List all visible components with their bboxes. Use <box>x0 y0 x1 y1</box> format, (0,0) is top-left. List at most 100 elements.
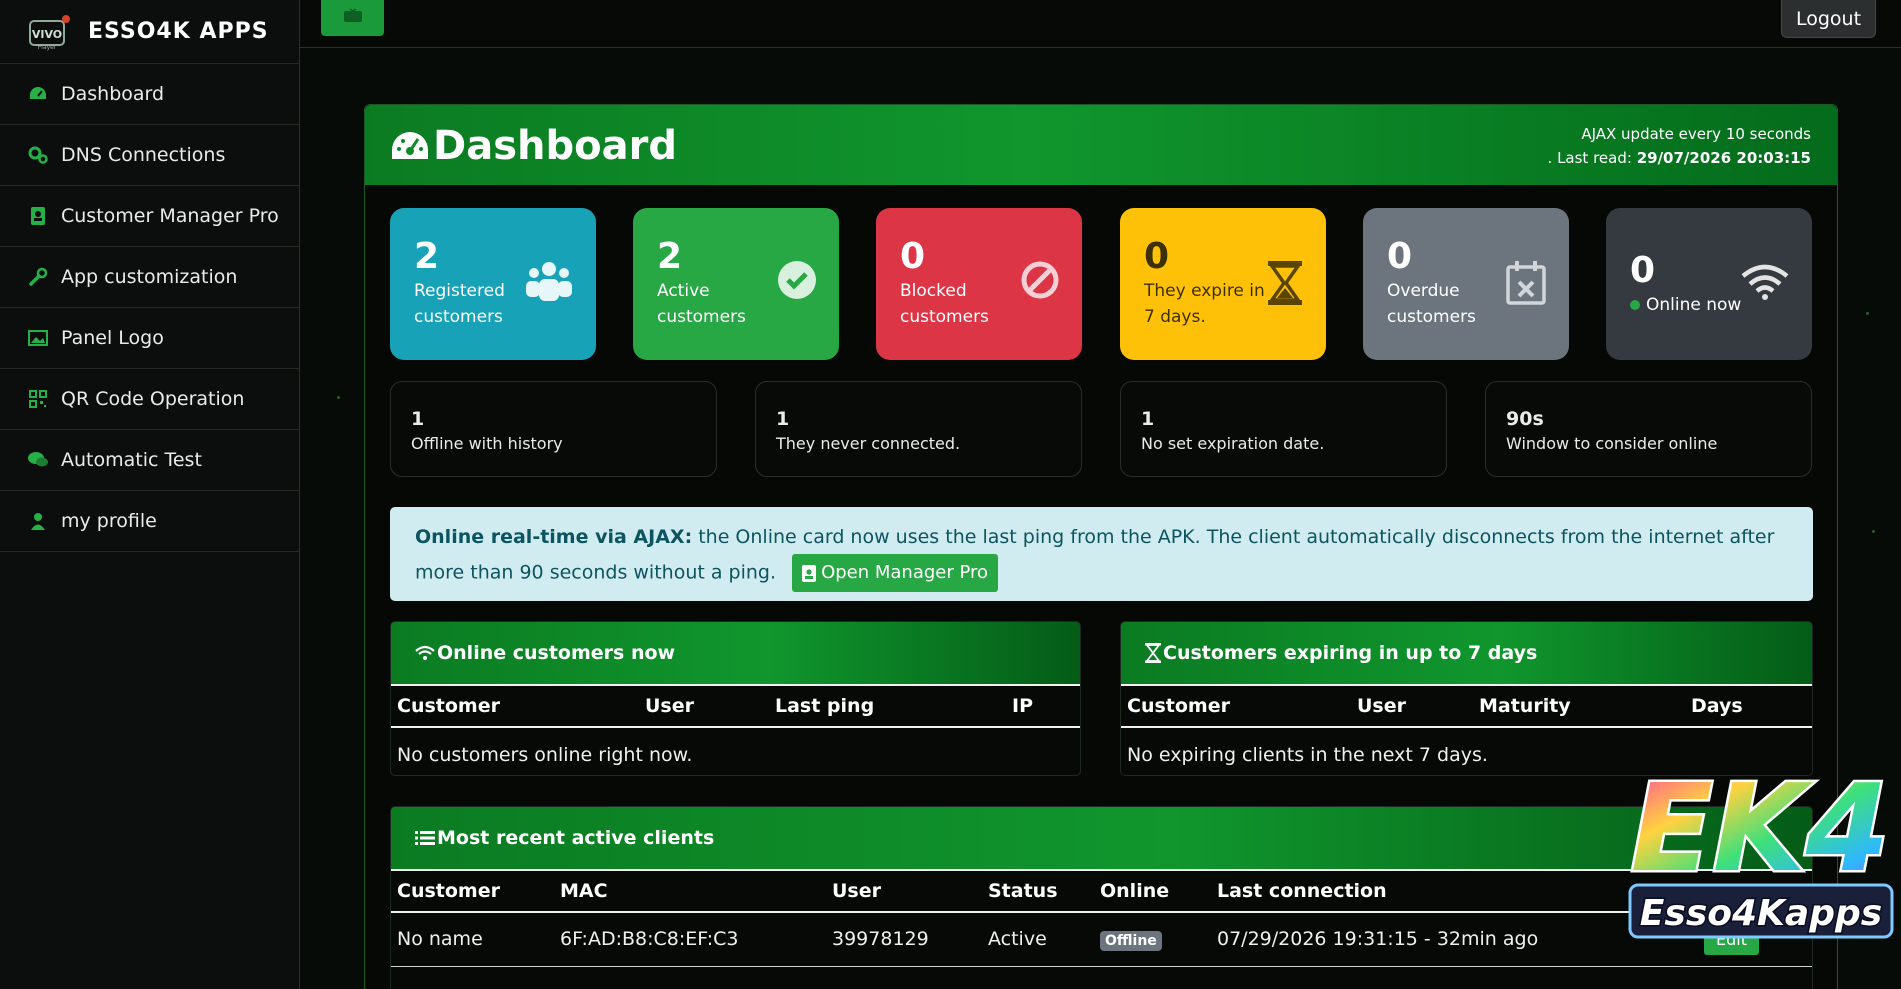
stat-card-overdue[interactable]: 0 Overdue customers <box>1363 208 1569 360</box>
svg-text:Esso4Kapps: Esso4Kapps <box>1640 893 1882 934</box>
wifi-icon <box>1740 264 1790 304</box>
last-read-line: . Last read: 29/07/2026 20:03:15 <box>1548 146 1811 170</box>
brand-name: ESSO4K APPS <box>88 19 269 44</box>
column-header[interactable]: User <box>826 869 982 913</box>
contact-book-icon <box>27 205 49 227</box>
cell-empty <box>826 966 982 989</box>
sidebar-item-dashboard[interactable]: Dashboard <box>0 64 299 125</box>
list-icon <box>415 830 435 846</box>
sidebar-item-label: Automatic Test <box>61 449 202 471</box>
online-customers-header: Online customers now <box>391 622 1080 684</box>
expiring-customers-header: Customers expiring in up to 7 days <box>1121 622 1812 684</box>
stat-card-online-now[interactable]: 0 Online now <box>1606 208 1812 360</box>
column-header[interactable]: MAC <box>554 869 826 913</box>
sidebar-item-my-profile[interactable]: my profile <box>0 491 299 552</box>
image-icon <box>27 327 49 349</box>
online-status-dot <box>1630 300 1640 310</box>
cell-user: 39978129 <box>826 912 982 967</box>
tv-icon <box>342 8 364 28</box>
sidebar-item-panel-logo[interactable]: Panel Logo <box>0 308 299 369</box>
mini-card-offline-history: 1 Offline with history <box>390 381 717 477</box>
last-read-value: 29/07/2026 20:03:15 <box>1636 149 1811 167</box>
mini-value: 1 <box>776 408 790 430</box>
svg-text:Player: Player <box>38 44 57 51</box>
calendar-x-icon <box>1505 260 1547 310</box>
mini-value: 90s <box>1506 408 1544 430</box>
mini-label: They never connected. <box>776 434 961 453</box>
wrench-icon <box>27 266 49 288</box>
chat-bubbles-icon <box>27 449 49 471</box>
gears-icon <box>27 144 49 166</box>
empty-message: No customers online right now. <box>397 743 693 766</box>
stat-label: customers <box>900 307 989 327</box>
logout-button[interactable]: Logout <box>1781 0 1876 38</box>
offline-badge: Offline <box>1100 931 1162 952</box>
stat-card-active[interactable]: 2 Active customers <box>633 208 839 360</box>
sidebar-item-label: QR Code Operation <box>61 388 245 410</box>
table-row: No name 6F:AD:B8:C8:EF:C3 39978129 Activ… <box>391 912 1812 967</box>
page-title: Dashboard <box>389 123 677 169</box>
online-customers-table: Customer User Last ping IP No customers … <box>391 684 1080 775</box>
info-bold: Online real-time via AJAX: <box>415 526 693 548</box>
dashboard-gauge-icon <box>389 129 431 163</box>
sidebar: VIVO Player ESSO4K APPS Dashboard DNS Co… <box>0 0 300 989</box>
sidebar-item-label: App customization <box>61 266 238 288</box>
recent-clients-table: Customer MAC User Status Online Last con… <box>391 869 1812 989</box>
recent-clients-card: Most recent active clients Customer MAC … <box>390 806 1813 989</box>
user-icon <box>27 510 49 532</box>
sidebar-item-label: Dashboard <box>61 83 165 105</box>
wifi-icon <box>415 645 435 661</box>
column-header[interactable]: Maturity <box>1473 684 1685 728</box>
table-row <box>391 966 1812 989</box>
qrcode-icon <box>27 388 49 410</box>
sidebar-item-label: my profile <box>61 510 157 532</box>
mini-label: Offline with history <box>411 434 563 453</box>
column-header[interactable]: Customer <box>1121 684 1351 728</box>
sidebar-item-label: Customer Manager Pro <box>61 205 279 227</box>
sidebar-item-customer-manager-pro[interactable]: Customer Manager Pro <box>0 186 299 247</box>
column-header[interactable]: Customer <box>391 684 639 728</box>
sidebar-item-app-customization[interactable]: App customization <box>0 247 299 308</box>
open-manager-pro-button[interactable]: Open Manager Pro <box>792 554 999 592</box>
column-header[interactable]: User <box>639 684 769 728</box>
brand[interactable]: VIVO Player ESSO4K APPS <box>0 0 299 64</box>
hourglass-icon <box>1266 260 1304 310</box>
sidebar-item-dns-connections[interactable]: DNS Connections <box>0 125 299 186</box>
cell-empty <box>391 966 554 989</box>
mini-label: No set expiration date. <box>1141 434 1325 453</box>
background-dot <box>337 396 340 399</box>
stat-card-registered[interactable]: 2 Registered customers <box>390 208 596 360</box>
svg-text:EK4: EK4 <box>1631 760 1889 899</box>
check-circle-icon <box>777 260 817 304</box>
mini-value: 1 <box>411 408 425 430</box>
ajax-interval-text: AJAX update every 10 seconds <box>1581 125 1811 143</box>
esso4kapps-watermark-logo: EK4 Esso4Kapps <box>1620 745 1900 965</box>
contact-book-icon <box>802 564 817 582</box>
sidebar-toggle-button[interactable] <box>321 0 384 36</box>
ajax-info-alert: Online real-time via AJAX: the Online ca… <box>390 507 1813 601</box>
cell-online: Offline <box>1094 912 1211 967</box>
stat-card-expiring[interactable]: 0 They expire in 7 days. <box>1120 208 1326 360</box>
ban-icon <box>1020 260 1060 304</box>
ajax-status: AJAX update every 10 seconds . Last read… <box>1548 122 1811 170</box>
svg-text:VIVO: VIVO <box>32 28 62 41</box>
sidebar-item-qr-code-operation[interactable]: QR Code Operation <box>0 369 299 430</box>
column-header[interactable]: Customer <box>391 869 554 913</box>
column-header[interactable]: Status <box>982 869 1094 913</box>
column-header[interactable]: Days <box>1685 684 1812 728</box>
cell-empty <box>1698 966 1812 989</box>
dashboard-header: Dashboard AJAX update every 10 seconds .… <box>365 105 1837 185</box>
mini-label: Window to consider online <box>1506 434 1718 453</box>
mini-card-never-connected: 1 They never connected. <box>755 381 1082 477</box>
column-header[interactable]: User <box>1351 684 1473 728</box>
sidebar-item-label: Panel Logo <box>61 327 164 349</box>
column-header[interactable]: Last ping <box>769 684 1006 728</box>
mini-value: 1 <box>1141 408 1155 430</box>
topbar: Logout <box>300 0 1901 48</box>
online-customers-card: Online customers now Customer User Last … <box>390 621 1081 776</box>
cell-mac: 6F:AD:B8:C8:EF:C3 <box>554 912 826 967</box>
sidebar-item-automatic-test[interactable]: Automatic Test <box>0 430 299 491</box>
stat-card-blocked[interactable]: 0 Blocked customers <box>876 208 1082 360</box>
column-header[interactable]: IP <box>1006 684 1080 728</box>
column-header[interactable]: Online <box>1094 869 1211 913</box>
